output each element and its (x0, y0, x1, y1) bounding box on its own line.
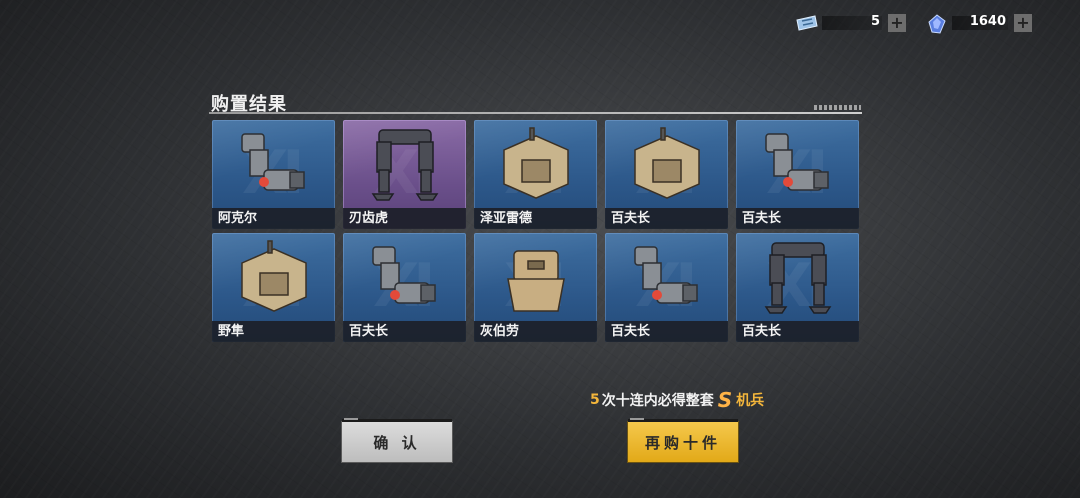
result-card[interactable]: XI野隼 (212, 233, 335, 342)
mech-part-image (241, 133, 305, 191)
mech-part-image (241, 240, 307, 312)
card-name-label: 灰伯劳 (474, 321, 597, 342)
mech-part-image (634, 246, 698, 304)
result-card[interactable]: XI泽亚雷德 (474, 120, 597, 229)
mech-part-image (372, 246, 436, 304)
guarantee-notice: 5 次十连内必得整套 S 机兵 (590, 388, 764, 412)
confirm-label: 确 认 (373, 433, 421, 452)
s-rank-badge: S (717, 388, 733, 412)
card-name-label: 百夫长 (605, 208, 728, 229)
ticket-count: 5 (870, 14, 880, 29)
mech-part-image (765, 133, 829, 191)
card-name-label: 野隼 (212, 321, 335, 342)
guarantee-count: 5 (590, 392, 600, 408)
result-card[interactable]: XI百夫长 (736, 120, 859, 229)
mech-part-image (371, 129, 439, 201)
title-decoration (814, 105, 861, 110)
mech-part-image (507, 250, 565, 312)
card-name-label: 泽亚雷德 (474, 208, 597, 229)
guarantee-text: 次十连内必得整套 (601, 393, 714, 409)
card-name-label: 百夫长 (736, 208, 859, 229)
title-divider (209, 112, 862, 114)
ticket-currency: 5 + (796, 12, 906, 34)
mech-part-image (634, 127, 700, 199)
card-name-label: 刃齿虎 (343, 208, 466, 229)
buy-again-label: 再购十件 (644, 433, 721, 452)
result-card[interactable]: XI阿克尔 (212, 120, 335, 229)
crystal-currency: 1640 + (926, 12, 1032, 34)
card-name-label: 百夫长 (736, 321, 859, 342)
add-crystal-button[interactable]: + (1014, 14, 1032, 32)
ticket-icon (796, 14, 818, 32)
mech-part-image (764, 242, 832, 314)
buy-ten-again-button[interactable]: 再购十件 (628, 418, 738, 462)
result-card[interactable]: XI灰伯劳 (474, 233, 597, 342)
result-card[interactable]: XI百夫长 (343, 233, 466, 342)
add-ticket-button[interactable]: + (888, 14, 906, 32)
card-name-label: 百夫长 (605, 321, 728, 342)
confirm-button[interactable]: 确 认 (342, 418, 452, 462)
result-grid: XI阿克尔XI刃齿虎XI泽亚雷德XI百夫长XI百夫长XI野隼XI百夫长XI灰伯劳… (212, 120, 862, 342)
card-name-label: 阿克尔 (212, 208, 335, 229)
card-name-label: 百夫长 (343, 321, 466, 342)
crystal-icon (926, 14, 948, 34)
result-card[interactable]: XI百夫长 (736, 233, 859, 342)
crystal-count: 1640 (969, 14, 1006, 29)
result-card[interactable]: XI百夫长 (605, 233, 728, 342)
result-card[interactable]: XI百夫长 (605, 120, 728, 229)
result-card[interactable]: XI 刃齿虎 (343, 120, 466, 229)
guarantee-unit: 机兵 (736, 393, 765, 409)
mech-part-image (503, 127, 569, 199)
